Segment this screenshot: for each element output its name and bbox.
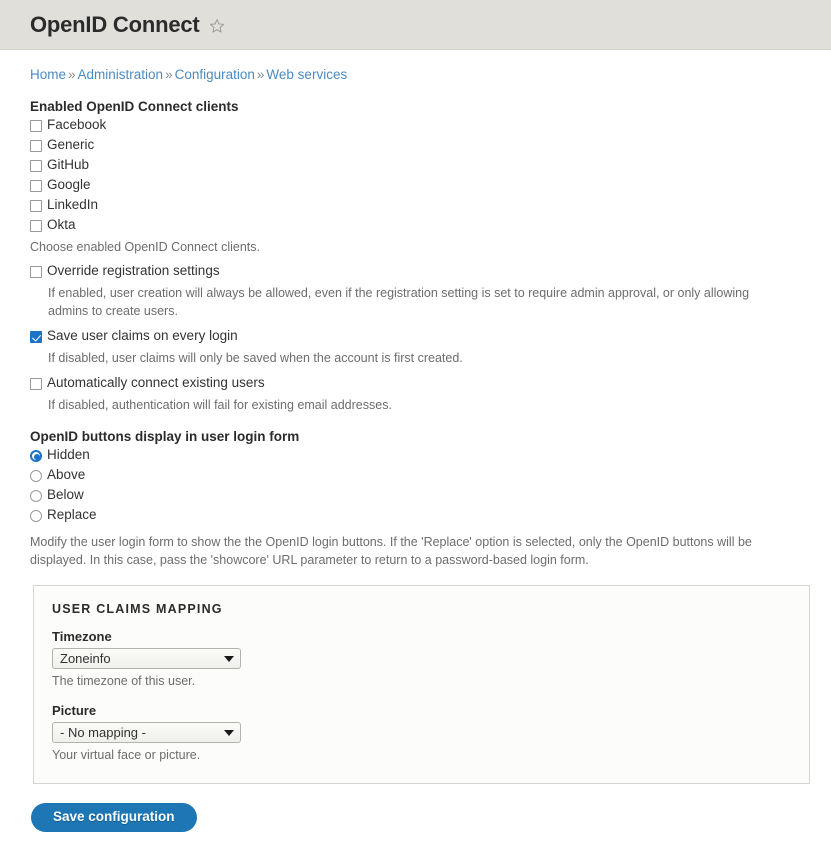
select-value-picture: - No mapping - — [60, 725, 146, 740]
radio-hidden[interactable] — [30, 450, 42, 462]
checkbox-label-google: Google — [47, 177, 91, 192]
setting-save-user-claims: Save user claims on every login If disab… — [30, 328, 806, 367]
save-configuration-button[interactable]: Save configuration — [31, 803, 197, 832]
breadcrumb-item-configuration[interactable]: Configuration — [175, 67, 255, 82]
setting-auto-connect-users: Automatically connect existing users If … — [30, 375, 806, 414]
star-outline-icon[interactable] — [209, 18, 225, 34]
radio-row-above[interactable]: Above — [30, 467, 806, 484]
enabled-clients-description: Choose enabled OpenID Connect clients. — [30, 240, 261, 254]
buttons-display-description: Modify the user login form to show the t… — [30, 535, 752, 567]
settings-form: Enabled OpenID Connect clients Facebook … — [0, 99, 831, 784]
enabled-clients-legend: Enabled OpenID Connect clients — [30, 99, 239, 114]
checkbox-label-facebook: Facebook — [47, 117, 107, 132]
radio-row-hidden[interactable]: Hidden — [30, 447, 806, 464]
radio-label-below: Below — [47, 487, 84, 502]
checkbox-auto-connect-users[interactable] — [30, 378, 42, 390]
radio-label-above: Above — [47, 467, 86, 482]
checkbox-row-generic[interactable]: Generic — [30, 137, 806, 154]
breadcrumb-separator: » — [256, 67, 265, 82]
user-claims-mapping-legend: USER CLAIMS MAPPING — [52, 602, 223, 616]
checkbox-row-save-user-claims[interactable]: Save user claims on every login — [30, 328, 806, 345]
user-claims-mapping-fieldset: USER CLAIMS MAPPING Timezone Zoneinfo Th… — [33, 585, 810, 784]
checkbox-facebook[interactable] — [30, 120, 42, 132]
description-save-user-claims: If disabled, user claims will only be sa… — [48, 351, 463, 365]
breadcrumb-item-administration[interactable]: Administration — [78, 67, 164, 82]
checkbox-google[interactable] — [30, 180, 42, 192]
checkbox-label-linkedin: LinkedIn — [47, 197, 99, 212]
checkbox-save-user-claims[interactable] — [30, 331, 42, 343]
checkbox-label-okta: Okta — [47, 217, 76, 232]
breadcrumb: Home» Administration» Configuration» Web se… — [0, 50, 831, 84]
radio-below[interactable] — [30, 490, 42, 502]
checkbox-label-auto-connect-users: Automatically connect existing users — [47, 375, 265, 390]
checkbox-generic[interactable] — [30, 140, 42, 152]
setting-override-registration: Override registration settings If enable… — [30, 263, 806, 320]
field-label-picture: Picture — [52, 703, 97, 718]
select-timezone[interactable]: Zoneinfo — [52, 648, 241, 669]
chevron-down-icon — [224, 655, 234, 662]
field-description-picture: Your virtual face or picture. — [52, 748, 201, 762]
radio-label-replace: Replace — [47, 507, 97, 522]
checkbox-row-okta[interactable]: Okta — [30, 217, 806, 234]
field-description-timezone: The timezone of this user. — [52, 674, 196, 688]
checkbox-row-auto-connect-users[interactable]: Automatically connect existing users — [30, 375, 806, 392]
radio-replace[interactable] — [30, 510, 42, 522]
checkbox-row-linkedin[interactable]: LinkedIn — [30, 197, 806, 214]
field-picture: Picture - No mapping - Your virtual face… — [52, 703, 791, 763]
radio-label-hidden: Hidden — [47, 447, 90, 462]
breadcrumb-separator: » — [68, 67, 76, 82]
checkbox-linkedin[interactable] — [30, 200, 42, 212]
select-picture[interactable]: - No mapping - — [52, 722, 241, 743]
checkbox-row-override-registration[interactable]: Override registration settings — [30, 263, 806, 280]
breadcrumb-separator: » — [165, 67, 173, 82]
checkbox-github[interactable] — [30, 160, 42, 172]
page-header: OpenID Connect — [0, 0, 831, 50]
page-title: OpenID Connect — [30, 11, 200, 37]
chevron-down-icon — [224, 729, 234, 736]
description-auto-connect-users: If disabled, authentication will fail fo… — [48, 398, 392, 412]
radio-row-replace[interactable]: Replace — [30, 507, 806, 524]
field-label-timezone: Timezone — [52, 629, 112, 644]
checkbox-row-google[interactable]: Google — [30, 177, 806, 194]
form-actions: Save configuration — [0, 784, 831, 832]
checkbox-label-github: GitHub — [47, 157, 90, 172]
checkbox-label-save-user-claims: Save user claims on every login — [47, 328, 238, 343]
checkbox-label-generic: Generic — [47, 137, 95, 152]
checkbox-row-github[interactable]: GitHub — [30, 157, 806, 174]
checkbox-row-facebook[interactable]: Facebook — [30, 117, 806, 134]
radio-above[interactable] — [30, 470, 42, 482]
field-timezone: Timezone Zoneinfo The timezone of this u… — [52, 629, 791, 689]
description-override-registration: If enabled, user creation will always be… — [48, 286, 750, 318]
breadcrumb-item-home[interactable]: Home — [30, 67, 66, 82]
checkbox-override-registration[interactable] — [30, 266, 42, 278]
checkbox-label-override-registration: Override registration settings — [47, 263, 220, 278]
breadcrumb-item-web-services[interactable]: Web services — [266, 67, 347, 82]
checkbox-okta[interactable] — [30, 220, 42, 232]
radio-row-below[interactable]: Below — [30, 487, 806, 504]
buttons-display-legend: OpenID buttons display in user login for… — [30, 429, 300, 444]
select-value-timezone: Zoneinfo — [60, 651, 111, 666]
